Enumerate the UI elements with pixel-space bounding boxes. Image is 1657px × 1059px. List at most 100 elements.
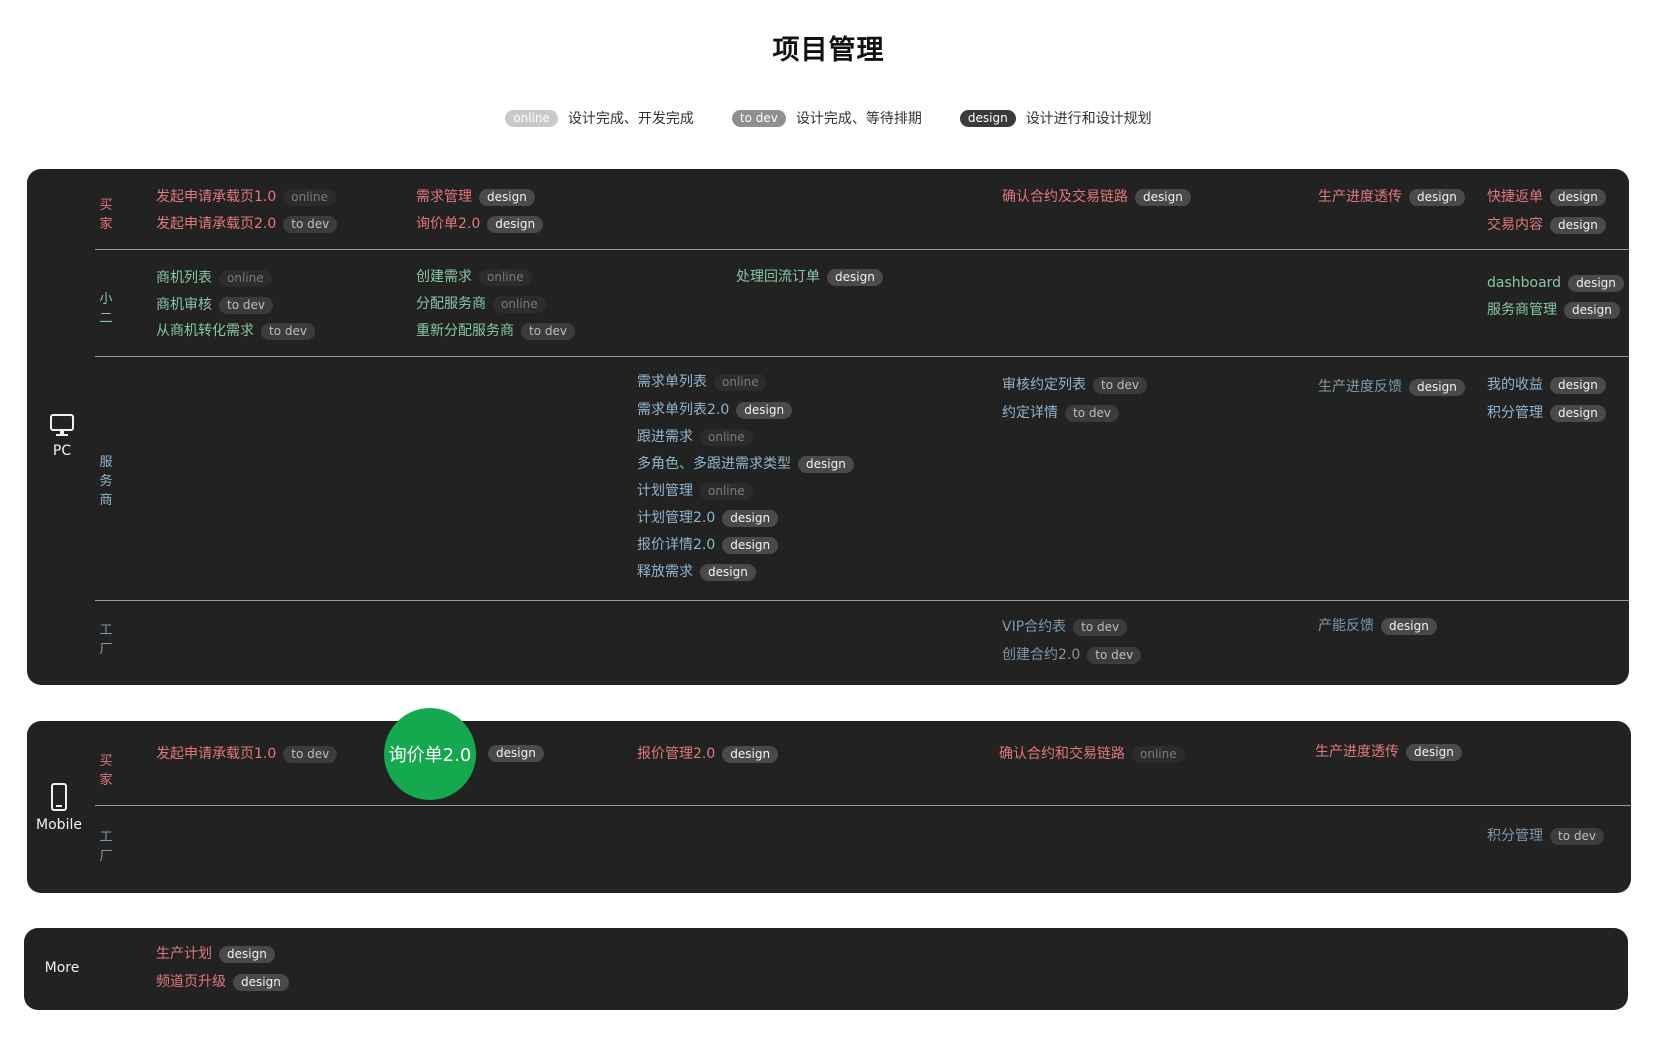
status-badge: design — [233, 973, 289, 991]
status-badge: design — [1550, 404, 1606, 422]
status-badge: design — [1550, 188, 1606, 206]
project-item[interactable]: 审核约定列表 to dev — [1002, 376, 1147, 394]
status-legend: online 设计完成、开发完成 to dev 设计完成、等待排期 design… — [0, 108, 1657, 128]
legend-design-text: 设计进行和设计规划 — [1025, 111, 1152, 127]
status-badge: to dev — [1093, 376, 1147, 394]
status-badge: design — [1550, 376, 1606, 394]
legend-todev: to dev 设计完成、等待排期 — [731, 108, 922, 128]
project-item[interactable]: 积分管理 to dev — [1487, 827, 1604, 845]
status-badge: design — [1381, 617, 1437, 635]
role-buyer: 买家 — [99, 754, 113, 788]
project-item[interactable]: 积分管理 design — [1487, 404, 1606, 422]
divider — [95, 805, 1631, 806]
status-badge: design — [1564, 301, 1620, 319]
more-panel: More 生产计划 design 频道页升级 design — [24, 928, 1628, 1010]
project-item[interactable]: 计划管理2.0 design — [637, 509, 779, 527]
pc-panel: PC 买家 小二 服务商 工厂 发起申请承载页1.0 online 发起申请承载页… — [27, 169, 1629, 685]
project-item[interactable]: 发起申请承载页1.0 to dev — [156, 745, 338, 763]
project-item[interactable]: 计划管理 online — [637, 482, 753, 500]
status-badge: design — [1409, 378, 1465, 396]
status-badge: to dev — [283, 745, 338, 763]
status-badge: to dev — [1087, 646, 1142, 664]
project-item[interactable]: 商机审核 to dev — [156, 296, 273, 314]
project-item[interactable]: 商机列表 online — [156, 269, 272, 287]
online-badge: online — [505, 109, 558, 127]
status-badge: design — [722, 536, 779, 554]
status-badge: design — [736, 401, 793, 419]
project-item[interactable]: 生产进度透传 design — [1318, 188, 1465, 206]
legend-online-text: 设计完成、开发完成 — [567, 111, 694, 127]
status-badge: design — [487, 215, 544, 233]
status-badge: online — [700, 428, 753, 446]
mobile-panel: Mobile 买家 工厂 发起申请承载页1.0 to dev design 报价管… — [27, 721, 1631, 893]
project-item[interactable]: 频道页升级 design — [156, 973, 289, 991]
role-factory: 工厂 — [99, 623, 113, 657]
mobile-label: Mobile — [36, 817, 82, 833]
status-badge: design — [219, 945, 275, 963]
project-item[interactable]: 需求管理 design — [416, 188, 535, 206]
status-badge: to dev — [1065, 404, 1119, 422]
status-badge: online — [283, 188, 336, 206]
status-badge: online — [1132, 745, 1185, 763]
project-item[interactable]: 我的收益 design — [1487, 376, 1606, 394]
project-item[interactable]: 交易内容 design — [1487, 216, 1606, 234]
project-item[interactable]: 处理回流订单 design — [736, 268, 883, 286]
project-item[interactable]: 释放需求 design — [637, 563, 756, 581]
status-badge: design — [1409, 188, 1465, 206]
project-item[interactable]: 重新分配服务商 to dev — [416, 322, 575, 340]
project-item[interactable]: 报价管理2.0 design — [637, 745, 779, 763]
project-item[interactable]: design — [488, 745, 544, 762]
design-badge: design — [959, 109, 1016, 127]
project-item[interactable]: 跟进需求 online — [637, 428, 753, 446]
project-item[interactable]: 生产计划 design — [156, 945, 275, 963]
page-title: 项目管理 — [772, 35, 885, 66]
more-platform: More — [34, 960, 90, 976]
project-item[interactable]: 发起申请承载页1.0 online — [156, 188, 336, 206]
legend-online: online 设计完成、开发完成 — [505, 108, 694, 128]
status-badge: design — [1406, 743, 1462, 761]
mobile-platform: Mobile — [27, 783, 91, 833]
mobile-icon — [51, 783, 67, 811]
project-item[interactable]: 需求单列表2.0 design — [637, 401, 793, 419]
project-item[interactable]: 分配服务商 online — [416, 295, 546, 313]
project-item[interactable]: VIP合约表 to dev — [1002, 618, 1128, 636]
project-item[interactable]: 从商机转化需求 to dev — [156, 322, 315, 340]
project-item[interactable]: 快捷返单 design — [1487, 188, 1606, 206]
project-item[interactable]: 多角色、多跟进需求类型 design — [637, 455, 854, 473]
status-badge: to dev — [1550, 827, 1604, 845]
status-badge: design — [1550, 216, 1606, 234]
legend-design: design 设计进行和设计规划 — [959, 108, 1152, 128]
pc-label: PC — [52, 443, 72, 459]
highlight-circle[interactable]: 询价单2.0 — [384, 708, 476, 800]
project-item[interactable]: 产能反馈 design — [1318, 617, 1437, 635]
project-item[interactable]: dashboard design — [1487, 274, 1624, 292]
project-item[interactable]: 询价单2.0 design — [416, 215, 544, 233]
status-badge: online — [219, 269, 272, 287]
project-item[interactable]: 生产进度透传 design — [1315, 743, 1462, 761]
status-badge: to dev — [219, 296, 273, 314]
pc-platform: PC — [27, 413, 97, 459]
project-item[interactable]: 服务商管理 design — [1487, 301, 1620, 319]
project-item[interactable]: 创建需求 online — [416, 268, 532, 286]
divider — [95, 600, 1629, 601]
status-badge: design — [1135, 188, 1191, 206]
project-item[interactable]: 需求单列表 online — [637, 373, 767, 391]
project-item[interactable]: 创建合约2.0 to dev — [1002, 646, 1142, 664]
project-item[interactable]: 生产进度反馈 design — [1318, 378, 1465, 396]
divider — [95, 356, 1629, 357]
status-badge: online — [493, 295, 546, 313]
project-item[interactable]: 报价详情2.0 design — [637, 536, 779, 554]
todev-badge: to dev — [731, 109, 786, 127]
role-staff: 小二 — [99, 292, 113, 326]
project-item[interactable]: 确认合约及交易链路 design — [1002, 188, 1191, 206]
status-badge: design — [1568, 274, 1624, 292]
status-badge: design — [722, 745, 779, 763]
project-item[interactable]: 约定详情 to dev — [1002, 404, 1119, 422]
role-factory: 工厂 — [99, 830, 113, 864]
status-badge: to dev — [521, 322, 575, 340]
project-item[interactable]: 发起申请承载页2.0 to dev — [156, 215, 338, 233]
more-label: More — [44, 960, 80, 976]
desktop-icon — [50, 414, 74, 436]
project-item[interactable]: 确认合约和交易链路 online — [999, 745, 1185, 763]
status-badge: design — [700, 563, 756, 581]
